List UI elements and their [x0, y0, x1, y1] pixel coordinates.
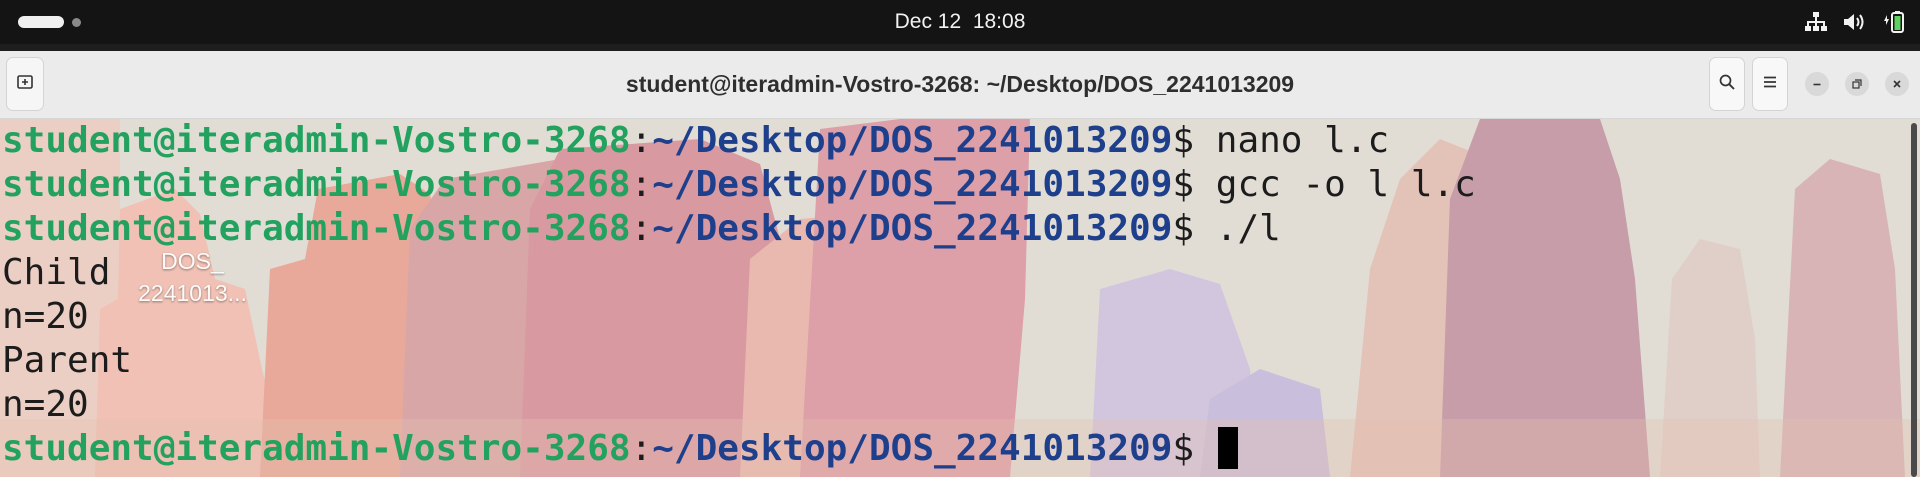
terminal-output-text: Child — [2, 252, 111, 293]
prompt-separator: : — [630, 428, 653, 469]
terminal-output-text: n=20 — [2, 296, 89, 337]
prompt-separator: : — [630, 164, 653, 205]
top-bar: Dec 12 18:08 — [0, 0, 1920, 44]
terminal-area[interactable]: DOS_ 2241013... student@iteradmin-Vostro… — [0, 119, 1920, 477]
prompt-path: ~/Desktop/DOS_2241013209 — [652, 120, 1173, 161]
terminal-output-line: Parent — [2, 339, 1476, 383]
prompt-user-host: student@iteradmin-Vostro-3268 — [2, 164, 631, 205]
terminal-prompt-line: student@iteradmin-Vostro-3268:~/Desktop/… — [2, 119, 1476, 163]
prompt-path: ~/Desktop/DOS_2241013209 — [652, 428, 1173, 469]
prompt-user-host: student@iteradmin-Vostro-3268 — [2, 208, 631, 249]
close-button[interactable] — [1885, 72, 1909, 96]
search-icon — [1718, 73, 1736, 95]
terminal-cursor — [1217, 427, 1238, 469]
hamburger-menu-icon — [1761, 73, 1779, 95]
search-button[interactable] — [1709, 57, 1745, 111]
terminal-prompt-line: student@iteradmin-Vostro-3268:~/Desktop/… — [2, 207, 1476, 251]
terminal-output[interactable]: student@iteradmin-Vostro-3268:~/Desktop/… — [2, 119, 1476, 471]
prompt-sigil: $ — [1172, 164, 1216, 205]
battery-icon[interactable] — [1880, 10, 1906, 34]
prompt-sigil: $ — [1172, 120, 1216, 161]
prompt-sigil: $ — [1172, 208, 1216, 249]
terminal-command: nano l.c — [1215, 120, 1390, 161]
terminal-window: student@iteradmin-Vostro-3268: ~/Desktop… — [0, 51, 1920, 477]
terminal-output-line: Child — [2, 251, 1476, 295]
minimize-icon — [1811, 75, 1823, 94]
network-icon[interactable] — [1804, 11, 1828, 33]
maximize-button[interactable] — [1845, 72, 1869, 96]
terminal-output-text: Parent — [2, 340, 133, 381]
close-icon — [1891, 75, 1903, 94]
minimize-button[interactable] — [1805, 72, 1829, 96]
terminal-command: gcc -o l l.c — [1215, 164, 1476, 205]
system-tray[interactable] — [1804, 10, 1906, 34]
terminal-command: ./l — [1215, 208, 1281, 249]
maximize-icon — [1851, 75, 1863, 94]
prompt-user-host: student@iteradmin-Vostro-3268 — [2, 428, 631, 469]
terminal-prompt-line: student@iteradmin-Vostro-3268:~/Desktop/… — [2, 163, 1476, 207]
menu-button[interactable] — [1752, 57, 1788, 111]
window-title: student@iteradmin-Vostro-3268: ~/Desktop… — [625, 71, 1295, 97]
prompt-separator: : — [630, 208, 653, 249]
prompt-user-host: student@iteradmin-Vostro-3268 — [2, 120, 631, 161]
terminal-prompt-line: student@iteradmin-Vostro-3268:~/Desktop/… — [2, 427, 1476, 471]
terminal-output-text: n=20 — [2, 384, 89, 425]
volume-icon[interactable] — [1842, 11, 1866, 33]
prompt-path: ~/Desktop/DOS_2241013209 — [652, 164, 1173, 205]
terminal-output-line: n=20 — [2, 295, 1476, 339]
prompt-sigil: $ — [1172, 428, 1216, 469]
prompt-path: ~/Desktop/DOS_2241013209 — [652, 208, 1173, 249]
prompt-separator: : — [630, 120, 653, 161]
terminal-output-line: n=20 — [2, 383, 1476, 427]
clock[interactable]: Dec 12 18:08 — [0, 10, 1920, 34]
scrollbar[interactable] — [1911, 123, 1917, 477]
title-bar[interactable]: student@iteradmin-Vostro-3268: ~/Desktop… — [0, 51, 1920, 119]
